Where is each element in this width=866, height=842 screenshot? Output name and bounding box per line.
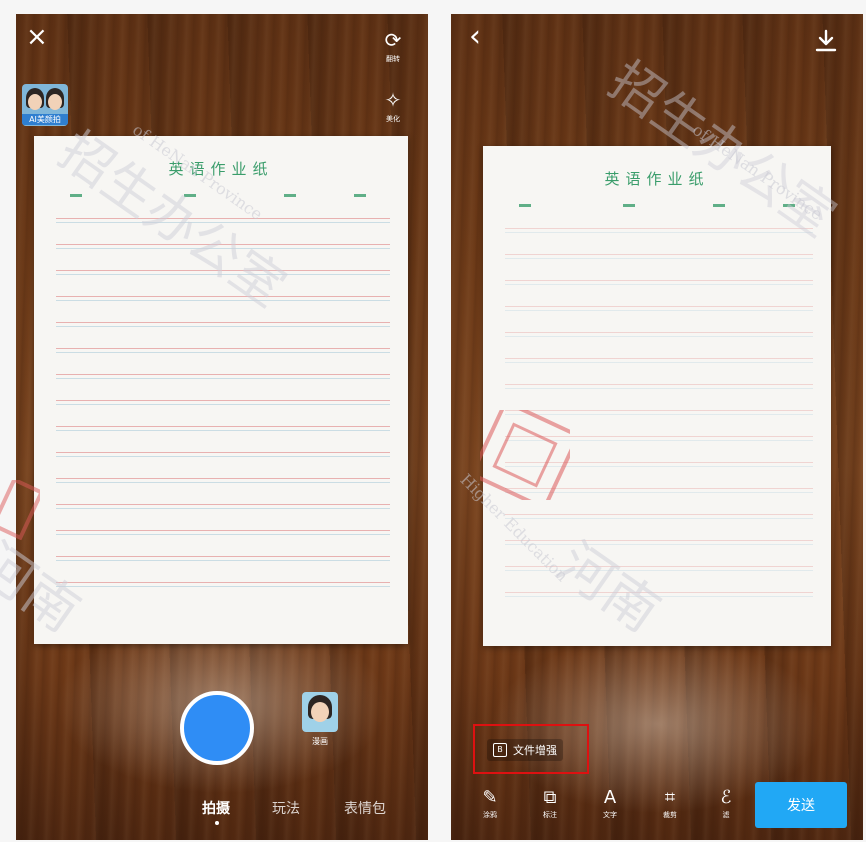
paper-header-marks [513,204,801,212]
cartoon-avatar-label: 漫画 [312,737,328,746]
tab-shoot[interactable]: 拍摄 [202,798,230,818]
graffiti-icon: ✎ [482,787,498,808]
close-button[interactable]: × [26,24,48,50]
homework-paper: 英语作业纸 [34,136,408,644]
text-icon: A [603,787,617,808]
paper-title: 英语作业纸 [168,160,274,178]
crop-label: 裁剪 [663,811,677,819]
mark-icon: ⧉ [543,787,557,808]
beauty-icon: ✧ [384,88,402,112]
graffiti-label: 涂鸦 [483,811,497,819]
filter-label: 滤 [722,811,730,819]
active-tab-indicator [215,821,219,825]
tool-text[interactable]: A 文字 [593,788,627,820]
tool-graffiti[interactable]: ✎ 涂鸦 [473,788,507,820]
document-enhance-button[interactable]: B 文件增强 [487,739,563,761]
tab-play[interactable]: 玩法 [272,798,300,818]
crop-icon: ⌗ [664,787,676,808]
beauty-label: 美化 [386,115,400,123]
flip-label: 翻转 [386,55,400,63]
shutter-button[interactable] [180,691,254,765]
back-button[interactable]: ‹ [469,22,481,52]
text-label: 文字 [603,811,617,819]
flip-icon: ⟳ [384,28,402,52]
paper-ruled-lines [505,216,813,606]
document-enhance-label: 文件增强 [513,744,557,757]
tab-stickers[interactable]: 表情包 [344,798,386,818]
tool-filter[interactable]: ℰ 滤 [709,788,743,820]
download-button[interactable] [813,28,839,54]
filter-icon: ℰ [720,787,732,808]
homework-paper: 英语作业纸 [483,146,831,646]
ai-beauty-avatar[interactable]: AI美颜拍 [22,84,68,126]
beauty-button[interactable]: ✧ 美化 [380,88,406,124]
mark-label: 标注 [543,811,557,819]
enhance-highlight-box: B 文件增强 [473,724,589,774]
ai-beauty-label: AI美颜拍 [22,114,68,125]
download-icon [815,29,837,52]
paper-title: 英语作业纸 [604,170,710,188]
flip-button[interactable]: ⟳ 翻转 [380,28,406,64]
send-button[interactable]: 发送 [755,782,847,828]
paper-header-marks [64,194,378,202]
tool-mark[interactable]: ⧉ 标注 [533,788,567,820]
edit-screen: ‹ 英语作业纸 B 文件增强 ✎ 涂鸦 ⧉ 标注 A 文字 ⌗ 裁剪 ℰ 滤 发… [451,14,863,840]
document-enhance-icon: B [493,743,507,757]
tool-crop[interactable]: ⌗ 裁剪 [653,788,687,820]
camera-screen: × AI美颜拍 ⟳ 翻转 ✧ 美化 ⛶ 比例 ⧩ 滤镜 英语作业纸 漫画 [16,14,428,840]
paper-ruled-lines [56,206,390,604]
cartoon-avatar-button[interactable] [302,692,338,732]
